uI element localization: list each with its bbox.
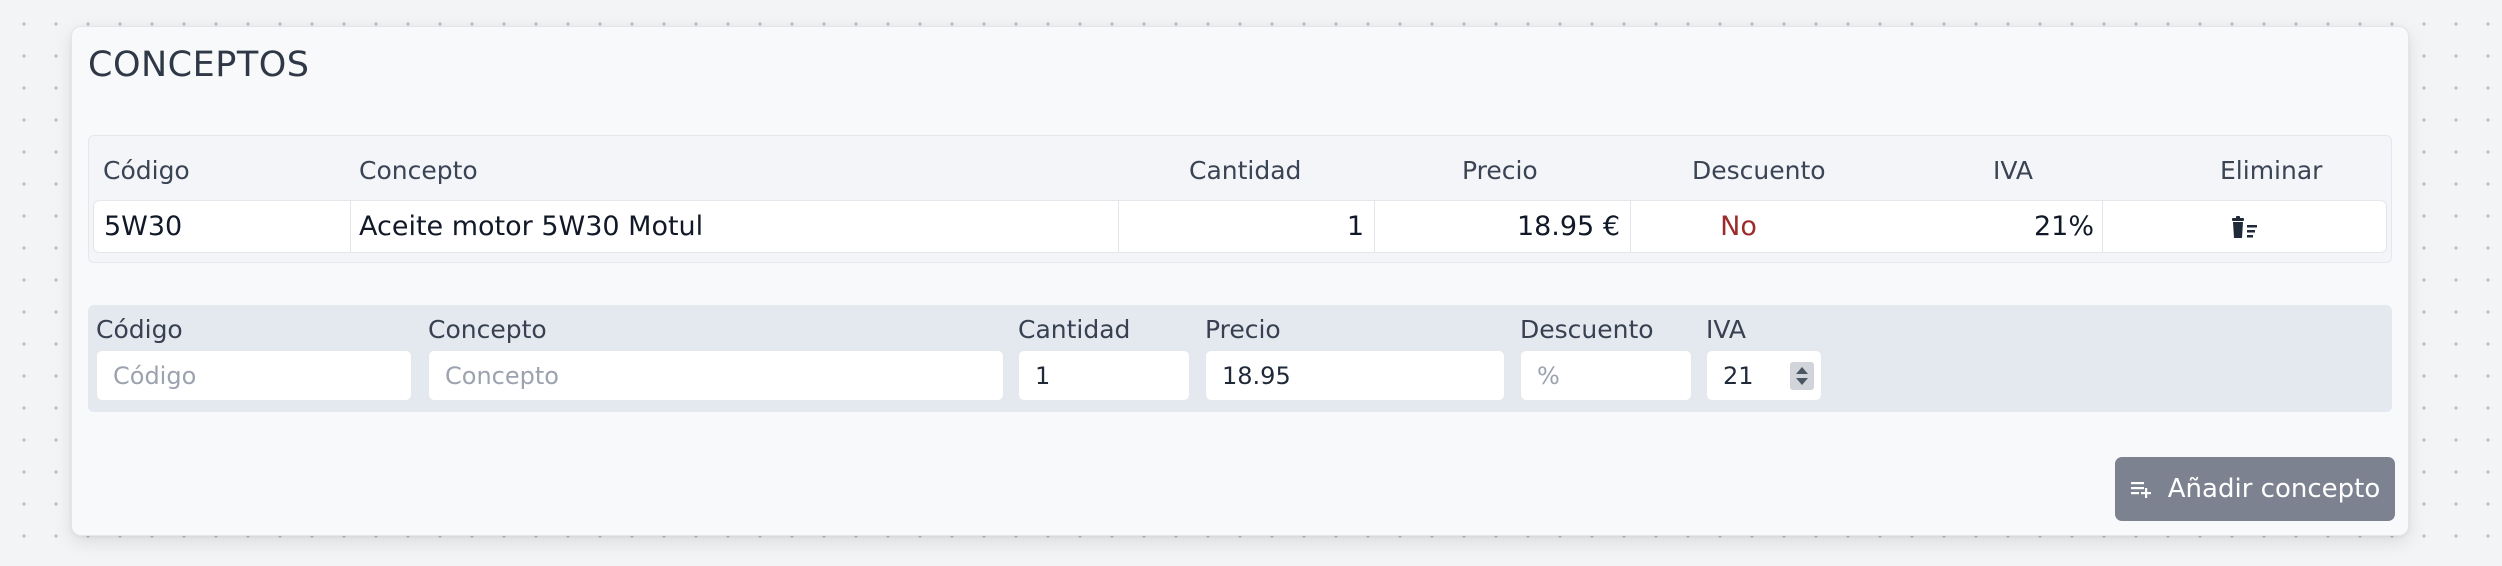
header-iva: IVA bbox=[1993, 156, 2033, 185]
cell-iva: 21% bbox=[2033, 211, 2094, 242]
add-concept-button[interactable]: Añadir concepto bbox=[2115, 457, 2395, 521]
header-descuento: Descuento bbox=[1692, 156, 1826, 185]
label-codigo: Código bbox=[96, 315, 183, 344]
header-concepto: Concepto bbox=[359, 156, 478, 185]
cell-concepto: Aceite motor 5W30 Motul bbox=[350, 201, 1118, 252]
header-precio: Precio bbox=[1462, 156, 1538, 185]
precio-input[interactable] bbox=[1205, 350, 1505, 401]
descuento-input[interactable] bbox=[1520, 350, 1692, 401]
header-codigo: Código bbox=[103, 156, 190, 185]
concepto-input[interactable] bbox=[428, 350, 1004, 401]
conceptos-table: Código Concepto Cantidad Precio Descuent… bbox=[88, 135, 2392, 263]
header-cantidad: Cantidad bbox=[1189, 156, 1302, 185]
header-eliminar: Eliminar bbox=[2220, 156, 2323, 185]
label-iva: IVA bbox=[1706, 315, 1746, 344]
cell-precio: 18.95 € bbox=[1374, 201, 1630, 252]
cantidad-input[interactable] bbox=[1018, 350, 1190, 401]
label-descuento: Descuento bbox=[1520, 315, 1654, 344]
delete-row-button[interactable] bbox=[2229, 215, 2261, 240]
table-row: 5W30 Aceite motor 5W30 Motul 1 18.95 € N… bbox=[93, 200, 2387, 253]
label-cantidad: Cantidad bbox=[1018, 315, 1131, 344]
add-list-icon bbox=[2130, 482, 2151, 498]
new-concept-form: Código Concepto Cantidad Precio Descuent… bbox=[88, 305, 2392, 412]
add-concept-label: Añadir concepto bbox=[2167, 474, 2381, 504]
trash-icon bbox=[2231, 215, 2257, 238]
cell-eliminar bbox=[2102, 201, 2386, 252]
codigo-input[interactable] bbox=[96, 350, 412, 401]
conceptos-card: CONCEPTOS Código Concepto Cantidad Preci… bbox=[71, 26, 2409, 536]
iva-field bbox=[1706, 350, 1822, 401]
stepper-up-icon[interactable] bbox=[1796, 367, 1808, 374]
label-precio: Precio bbox=[1205, 315, 1281, 344]
label-concepto: Concepto bbox=[428, 315, 547, 344]
stepper-down-icon[interactable] bbox=[1796, 378, 1808, 385]
iva-stepper[interactable] bbox=[1790, 362, 1814, 390]
cell-descuento: No bbox=[1630, 201, 1846, 252]
cell-cantidad: 1 bbox=[1118, 201, 1374, 252]
cell-codigo: 5W30 bbox=[104, 211, 183, 242]
card-title: CONCEPTOS bbox=[88, 45, 310, 85]
